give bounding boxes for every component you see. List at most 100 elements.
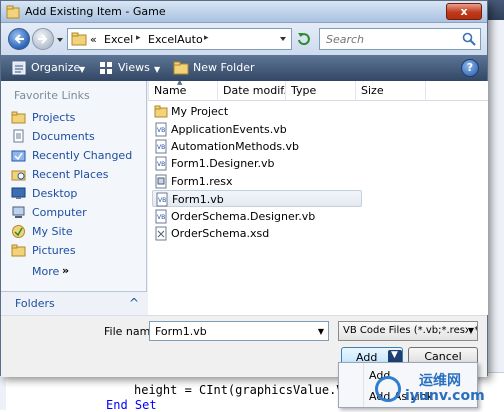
computer-icon [12, 206, 25, 218]
address-dropdown-icon[interactable] [279, 35, 287, 43]
file-name: Form1.resx [171, 175, 233, 188]
breadcrumb-excel[interactable]: Excel [104, 33, 133, 46]
new-folder-icon [173, 61, 189, 75]
sidebar-item-desktop[interactable]: Desktop [9, 185, 145, 203]
list-item-selected[interactable]: VB Form1.vb [152, 190, 362, 207]
list-item[interactable]: OrderSchema.xsd [152, 225, 362, 242]
list-item[interactable]: VB OrderSchema.Designer.vb [152, 208, 362, 225]
views-icon [100, 62, 112, 74]
watermark-url: iyunv.com [405, 388, 485, 404]
sidebar-item-projects[interactable]: Projects [9, 109, 145, 127]
svg-text:VB: VB [157, 127, 165, 134]
vb-file-icon: VB [155, 122, 167, 137]
forward-button[interactable] [32, 28, 54, 50]
list-item[interactable]: VB ApplicationEvents.vb [152, 121, 362, 138]
sidebar-item-my-site[interactable]: My Site [9, 223, 145, 241]
watermark-text: 运维网 [419, 373, 461, 389]
organize-label: Organize [31, 61, 81, 74]
documents-icon [13, 129, 24, 143]
search-field[interactable] [319, 28, 481, 50]
vb-file-icon: VB [155, 139, 167, 154]
chevron-down-icon[interactable]: ▼ [318, 327, 324, 336]
file-name: ApplicationEvents.vb [171, 123, 287, 136]
folder-icon [11, 111, 26, 124]
sidebar-item-label: Desktop [32, 187, 78, 200]
sidebar-item-documents[interactable]: Documents [9, 128, 145, 146]
sidebar-item-label: Projects [32, 111, 76, 124]
column-header-type[interactable]: Type [286, 81, 356, 101]
folders-bar[interactable]: Folders ^ [1, 291, 147, 315]
column-header-date[interactable]: Date modif... [218, 81, 286, 101]
refresh-icon[interactable] [297, 32, 311, 46]
organize-icon [12, 61, 26, 75]
file-type-value: VB Code Files (*.vb;*.resx;*.se [343, 325, 477, 336]
back-button[interactable] [8, 28, 30, 50]
column-header-size[interactable]: Size [356, 81, 426, 101]
folders-label: Folders [15, 297, 55, 310]
chevron-down-icon: ▼ [79, 65, 86, 74]
list-item[interactable]: Form1.resx [152, 173, 362, 190]
file-name: My Project [171, 105, 229, 118]
sort-caret-icon: ▲ [177, 81, 183, 86]
double-chevron-right-icon[interactable]: » [62, 264, 69, 277]
breadcrumb-separator-icon[interactable]: ▸ [204, 33, 209, 43]
search-icon[interactable] [462, 32, 476, 46]
navigation-pane: Favorite Links Projects Documents Recent… [1, 81, 147, 315]
file-name: Form1.vb [172, 193, 224, 206]
views-label: Views [118, 61, 150, 74]
list-item[interactable]: My Project [152, 103, 362, 120]
sidebar-item-label: Recent Places [32, 168, 109, 181]
svg-text:VB: VB [157, 214, 165, 221]
vb-file-icon: VB [155, 209, 167, 224]
chevron-down-icon: ▼ [391, 350, 398, 360]
sidebar-item-pictures[interactable]: Pictures [9, 242, 145, 260]
chevron-up-icon[interactable]: ^ [129, 296, 139, 310]
arrow-right-icon [38, 34, 48, 44]
chevron-down-icon: ▼ [154, 65, 161, 74]
watermark-logo-icon [375, 376, 401, 402]
breadcrumb-excelauto[interactable]: ExcelAuto [148, 33, 203, 46]
recently-changed-icon [11, 150, 26, 162]
breadcrumb-separator-icon[interactable]: ▸ [136, 33, 141, 43]
address-row: « Excel ▸ ExcelAuto ▸ [1, 23, 487, 55]
file-type-select[interactable]: VB Code Files (*.vb;*.resx;*.se ▼ [338, 321, 478, 341]
list-item[interactable]: VB Form1.Designer.vb [152, 155, 362, 172]
file-name: AutomationMethods.vb [171, 140, 300, 153]
breadcrumb-prefix[interactable]: « [90, 33, 97, 46]
views-menu[interactable]: Views ▼ [98, 60, 164, 76]
more-link[interactable]: More [32, 265, 59, 278]
sidebar-item-recent-places[interactable]: Recent Places [9, 166, 145, 184]
new-folder-label: New Folder [193, 61, 255, 74]
svg-text:VB: VB [157, 144, 165, 151]
file-list: ▲ Name Date modif... Type Size My Projec… [148, 81, 488, 315]
close-button[interactable]: x [446, 3, 482, 20]
code-line: height = CInt(graphicsValue.V [134, 383, 344, 397]
help-icon[interactable]: ? [461, 59, 479, 77]
list-item[interactable]: VB AutomationMethods.vb [152, 138, 362, 155]
search-input[interactable] [324, 31, 456, 47]
recent-pages-chevron-icon[interactable] [56, 36, 64, 44]
dialog-icon [6, 5, 20, 19]
sidebar-item-recently-changed[interactable]: Recently Changed [9, 147, 145, 165]
file-name: Form1.Designer.vb [171, 157, 275, 170]
watermark: 运维网 iyunv.com [375, 370, 503, 410]
arrow-left-icon [14, 34, 24, 44]
add-existing-item-dialog: Add Existing Item - Game x « Excel ▸ Exc… [0, 0, 488, 377]
file-name-input[interactable] [153, 324, 303, 339]
vb-file-icon: VB [155, 156, 167, 171]
chevron-down-icon[interactable]: ▼ [467, 326, 474, 335]
organize-menu[interactable]: Organize ▼ [11, 60, 89, 76]
svg-text:VB: VB [157, 161, 165, 168]
folder-icon [71, 32, 87, 46]
column-header-name[interactable]: ▲ Name [148, 81, 218, 101]
file-name: OrderSchema.Designer.vb [171, 210, 316, 223]
new-folder-button[interactable]: New Folder [173, 60, 263, 76]
recent-places-icon [11, 170, 26, 181]
file-name-combobox[interactable]: ▼ [149, 321, 329, 341]
address-bar[interactable]: « Excel ▸ ExcelAuto ▸ [67, 28, 292, 50]
xsd-file-icon [155, 226, 167, 241]
favorite-links-header: Favorite Links [14, 89, 90, 102]
sidebar-item-label: Pictures [32, 244, 76, 257]
sidebar-item-computer[interactable]: Computer [9, 204, 145, 222]
window-title: Add Existing Item - Game [25, 5, 166, 18]
